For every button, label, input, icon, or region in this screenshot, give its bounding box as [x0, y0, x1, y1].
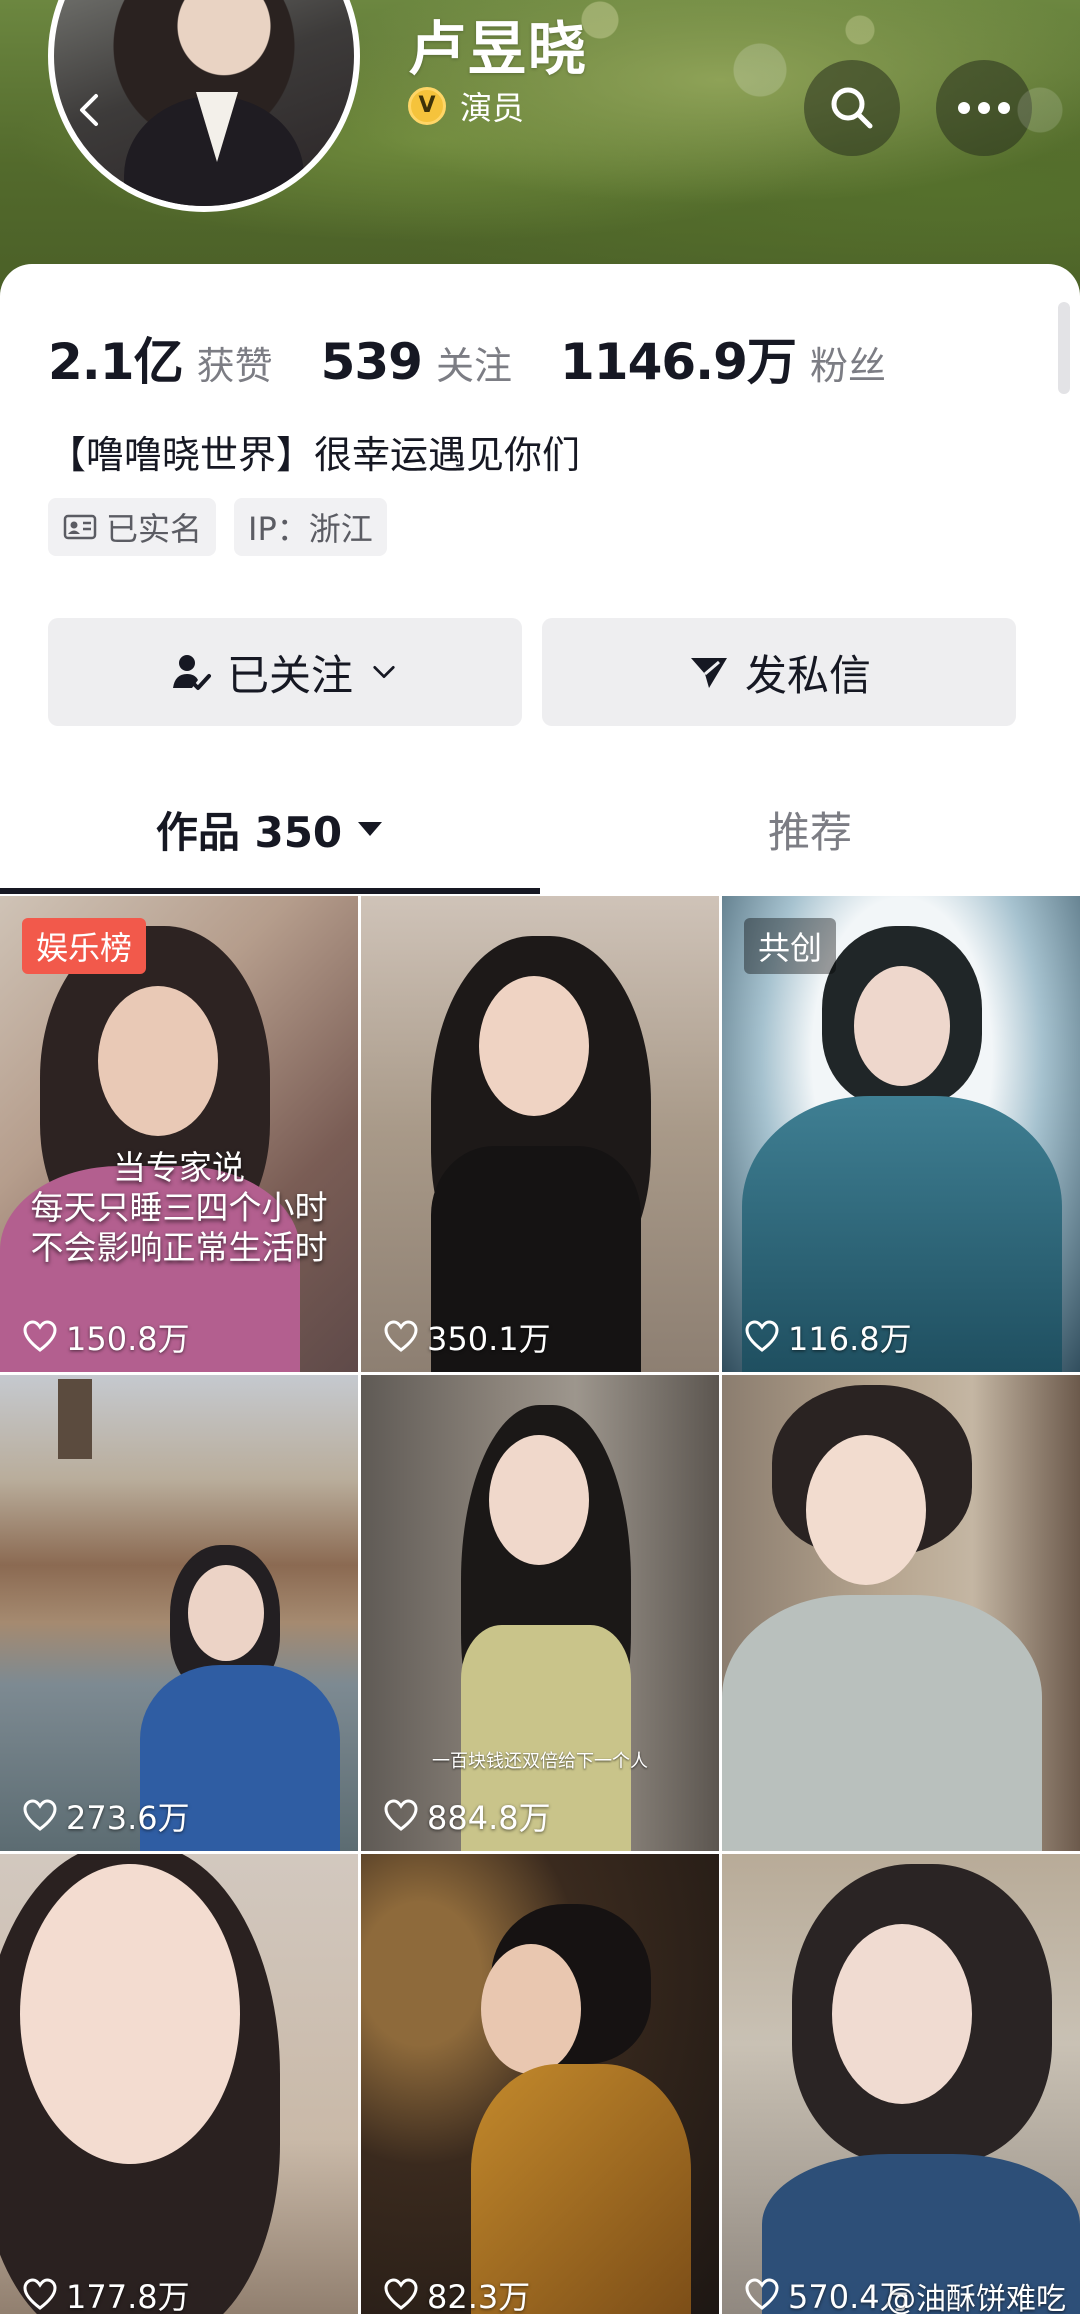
back-button[interactable]	[60, 80, 120, 140]
heart-icon	[384, 2278, 418, 2310]
profile-header-banner: 卢昱晓 V 演员	[0, 0, 1080, 300]
content-tabs: 作品 350 推荐	[0, 764, 1080, 894]
video-tile[interactable]: 娱乐榜 当专家说 每天只睡三四个小时 不会影响正常生活时 150.8万	[0, 896, 358, 1372]
chevron-down-icon	[373, 666, 395, 678]
video-likes: 350.1万	[383, 1314, 551, 1360]
co-creation-badge: 共创	[744, 918, 837, 974]
profile-tags: 已实名 IP：浙江	[48, 498, 387, 556]
heart-icon	[23, 1799, 57, 1831]
video-likes: 177.8万	[22, 2272, 190, 2314]
ip-label: IP：浙江	[248, 510, 373, 548]
ip-tag: IP：浙江	[234, 498, 387, 556]
verified-row: V 演员	[408, 84, 524, 128]
stat-followers[interactable]: 1146.9万 粉丝	[560, 322, 886, 394]
video-thumbnail-clothing	[722, 1595, 1042, 1851]
caret-down-icon	[358, 822, 383, 836]
video-thumbnail-face	[481, 1944, 581, 2074]
more-icon	[958, 102, 1010, 114]
followers-label: 粉丝	[809, 344, 886, 388]
heart-icon	[384, 1320, 418, 1352]
tab-works[interactable]: 作品 350	[0, 764, 540, 894]
video-caption: 一百块钱还双倍给下一个人	[432, 1751, 648, 1772]
video-tile[interactable]: 一百块钱还双倍给下一个人 884.8万	[361, 1375, 719, 1851]
stat-following[interactable]: 539 关注	[321, 333, 512, 391]
likes-count: 2.1亿	[48, 333, 184, 391]
send-icon	[690, 658, 727, 688]
heart-icon	[23, 1320, 57, 1352]
tab-works-label: 作品 350	[155, 807, 343, 857]
followers-count: 1146.9万	[559, 333, 797, 391]
likes-label: 获赞	[196, 344, 273, 388]
search-icon	[831, 87, 873, 129]
heart-icon	[745, 2278, 779, 2310]
video-grid: 娱乐榜 当专家说 每天只睡三四个小时 不会影响正常生活时 150.8万 350.…	[0, 896, 1080, 2314]
video-thumbnail-face	[188, 1565, 264, 1661]
scrollbar[interactable]	[1058, 302, 1070, 394]
message-label: 发私信	[744, 650, 871, 700]
tab-recommend[interactable]: 推荐	[540, 764, 1080, 894]
video-tile[interactable]: 82.3万	[361, 1854, 719, 2314]
video-tile[interactable]: 273.6万	[0, 1375, 358, 1851]
following-count: 539	[320, 333, 423, 391]
video-tile[interactable]	[722, 1375, 1080, 1851]
avatar-figure	[124, 96, 304, 206]
watermark: @油酥饼难吃	[886, 2282, 1066, 2314]
profile-card: 2.1亿 获赞 539 关注 1146.9万 粉丝 【噜噜晓世界】很幸运遇见你们…	[0, 264, 1080, 2314]
heart-icon	[745, 1320, 779, 1352]
followed-label: 已关注	[226, 650, 353, 700]
tab-recommend-label: 推荐	[767, 807, 852, 857]
following-label: 关注	[435, 344, 512, 388]
avatar[interactable]	[48, 0, 360, 212]
video-thumbnail-face	[854, 966, 950, 1086]
heart-icon	[23, 2278, 57, 2310]
video-thumbnail-face	[479, 976, 589, 1116]
verified-label: 演员	[460, 89, 525, 127]
video-likes: 273.6万	[22, 1793, 190, 1839]
ranking-badge: 娱乐榜	[22, 918, 147, 974]
video-thumbnail-face	[489, 1435, 589, 1565]
video-likes: 884.8万	[383, 1793, 551, 1839]
video-tile[interactable]: 350.1万	[361, 896, 719, 1372]
profile-bio: 【噜噜晓世界】很幸运遇见你们	[48, 433, 581, 477]
avatar-collar	[196, 92, 238, 162]
video-thumbnail-face	[806, 1435, 926, 1585]
verified-icon: V	[408, 87, 446, 125]
stats-row: 2.1亿 获赞 539 关注 1146.9万 粉丝	[48, 322, 934, 394]
video-likes: 116.8万	[744, 1314, 912, 1360]
id-card-icon	[63, 514, 97, 540]
search-button[interactable]	[804, 60, 900, 156]
realname-label: 已实名	[106, 510, 203, 548]
video-tile[interactable]: 177.8万	[0, 1854, 358, 2314]
profile-actions: 已关注 发私信	[48, 618, 1016, 726]
video-caption: 当专家说 每天只睡三四个小时 不会影响正常生活时	[30, 1148, 328, 1267]
video-thumbnail-face	[20, 1864, 240, 2164]
realname-tag: 已实名	[48, 498, 217, 556]
followed-user-icon	[172, 655, 211, 690]
active-tab-indicator	[0, 888, 540, 894]
video-tile[interactable]: 570.4万 @油酥饼难吃	[722, 1854, 1080, 2314]
message-button[interactable]: 发私信	[542, 618, 1016, 726]
video-thumbnail-face	[98, 986, 218, 1136]
video-tile[interactable]: 共创 116.8万	[722, 896, 1080, 1372]
video-likes: 150.8万	[22, 1314, 190, 1360]
heart-icon	[384, 1799, 418, 1831]
video-likes: 82.3万	[383, 2272, 530, 2314]
stat-likes[interactable]: 2.1亿 获赞	[48, 322, 273, 394]
video-thumbnail-pagoda	[58, 1379, 92, 1459]
followed-button[interactable]: 已关注	[48, 618, 522, 726]
more-button[interactable]	[936, 60, 1032, 156]
video-thumbnail-face	[832, 1924, 972, 2104]
back-arrow-icon	[80, 94, 98, 126]
profile-name: 卢昱晓	[408, 15, 589, 83]
